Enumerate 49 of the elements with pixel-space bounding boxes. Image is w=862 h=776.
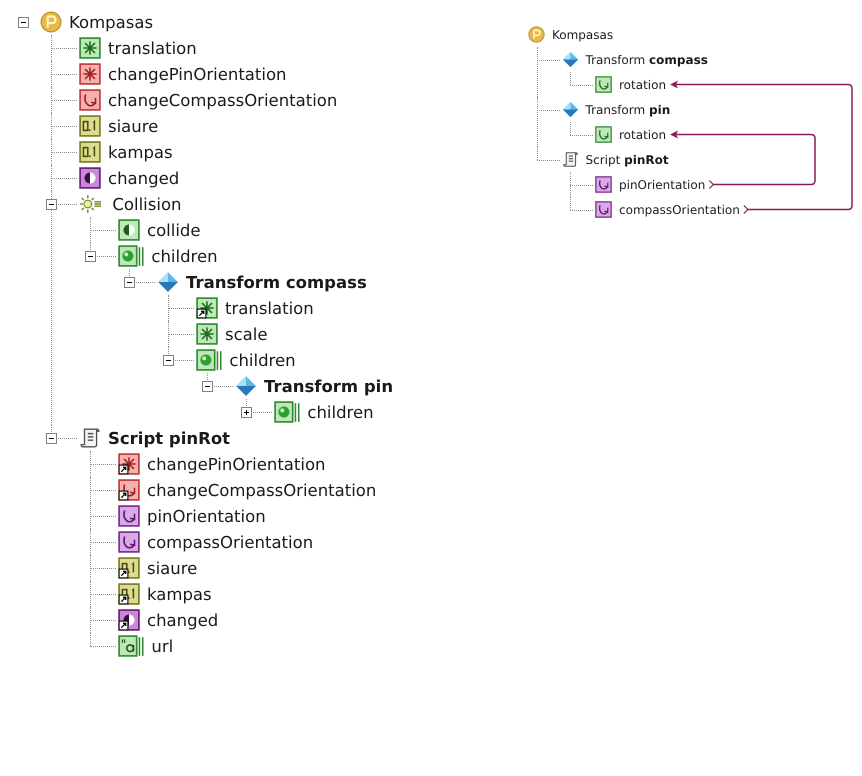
node-label[interactable]: collide <box>147 220 201 240</box>
node-label[interactable]: changeCompassOrientation <box>147 480 376 500</box>
rotation-icon <box>595 76 612 93</box>
node-label[interactable]: changePinOrientation <box>147 454 326 474</box>
collapse-icon[interactable] <box>46 198 57 210</box>
node-label[interactable]: changed <box>147 610 218 630</box>
node-label[interactable]: children <box>151 246 218 266</box>
node-label[interactable]: Transform pin <box>586 102 670 116</box>
node-label[interactable]: scale <box>225 324 268 344</box>
node-label[interactable]: Script pinRot <box>108 428 230 448</box>
node-label[interactable]: changePinOrientation <box>108 64 287 84</box>
collapse-icon[interactable] <box>85 250 96 262</box>
rotation-icon <box>595 126 612 143</box>
node-label[interactable]: translation <box>108 38 197 58</box>
node-label[interactable]: Kompasas <box>552 28 614 42</box>
node-label[interactable]: Collision <box>112 194 182 214</box>
node-label[interactable]: url <box>151 636 174 656</box>
node-label[interactable]: Kompasas <box>69 12 154 32</box>
diamond-icon <box>562 101 578 118</box>
node-label[interactable]: siaure <box>147 558 198 578</box>
node-label[interactable]: kampas <box>108 142 173 162</box>
rotation-icon <box>595 176 612 193</box>
diamond-icon <box>562 51 578 68</box>
node-label[interactable]: Transform compass <box>586 52 708 66</box>
node-label[interactable]: children <box>307 402 374 422</box>
collapse-icon[interactable] <box>18 16 29 28</box>
node-label[interactable]: siaure <box>108 116 158 136</box>
node-label[interactable]: compassOrientation <box>619 202 740 216</box>
node-label[interactable]: rotation <box>619 78 666 92</box>
node-label[interactable]: rotation <box>619 128 666 142</box>
rotation-icon <box>595 201 612 218</box>
collapse-icon[interactable] <box>163 354 174 366</box>
node-label[interactable]: Script pinRot <box>586 152 669 166</box>
collapse-icon[interactable] <box>46 432 57 444</box>
prototype-icon <box>528 26 545 43</box>
node-label[interactable]: Transform pin <box>264 376 394 396</box>
collapse-icon[interactable] <box>124 276 135 288</box>
node-label[interactable]: compassOrientation <box>147 532 314 552</box>
collapse-icon[interactable] <box>202 380 213 392</box>
node-label[interactable]: kampas <box>147 584 212 604</box>
node-label[interactable]: changeCompassOrientation <box>108 90 338 110</box>
scroll-icon <box>562 151 578 168</box>
expand-icon[interactable] <box>241 406 252 418</box>
node-label[interactable]: translation <box>225 298 314 318</box>
node-label[interactable]: Transform compass <box>186 272 367 292</box>
node-label[interactable]: children <box>229 350 296 370</box>
node-label[interactable]: pinOrientation <box>619 178 706 192</box>
node-label[interactable]: pinOrientation <box>147 506 266 526</box>
node-label[interactable]: changed <box>108 168 180 188</box>
